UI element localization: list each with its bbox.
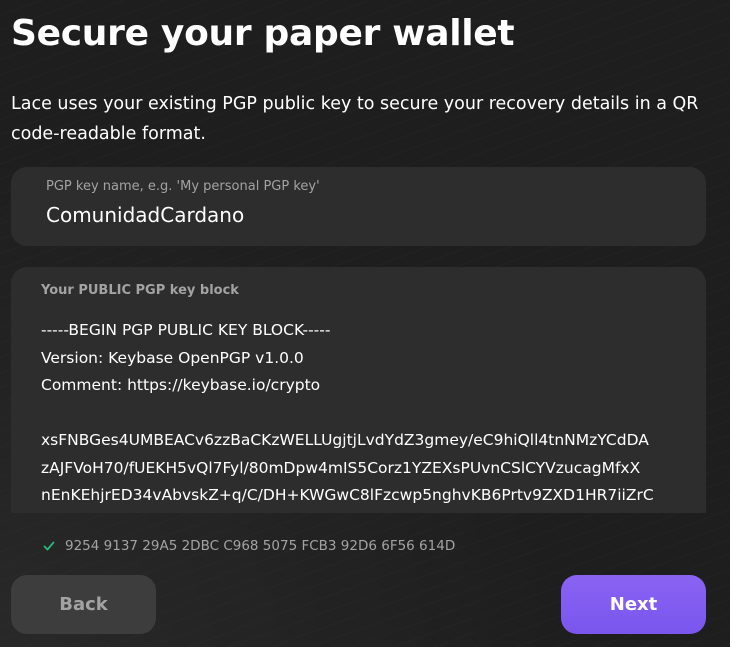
check-icon (43, 541, 55, 551)
back-button[interactable]: Back (11, 575, 156, 634)
pgp-public-key-field[interactable]: Your PUBLIC PGP key block -----BEGIN PGP… (11, 267, 706, 513)
pgp-key-name-label: PGP key name, e.g. 'My personal PGP key' (46, 179, 320, 194)
pgp-public-key-textarea[interactable]: -----BEGIN PGP PUBLIC KEY BLOCK----- Ver… (41, 317, 691, 510)
key-fingerprint: 9254 9137 29A5 2DBC C968 5075 FCB3 92D6 … (43, 536, 455, 556)
page-title: Secure your paper wallet (11, 13, 515, 54)
secure-paper-wallet-page: Secure your paper wallet Lace uses your … (0, 0, 730, 647)
key-fingerprint-value: 9254 9137 29A5 2DBC C968 5075 FCB3 92D6 … (65, 538, 456, 554)
pgp-key-name-input[interactable] (46, 203, 646, 227)
pgp-public-key-label: Your PUBLIC PGP key block (41, 283, 239, 298)
page-description: Lace uses your existing PGP public key t… (11, 94, 699, 144)
pgp-key-name-field[interactable]: PGP key name, e.g. 'My personal PGP key' (11, 167, 706, 246)
next-button[interactable]: Next (561, 575, 706, 634)
